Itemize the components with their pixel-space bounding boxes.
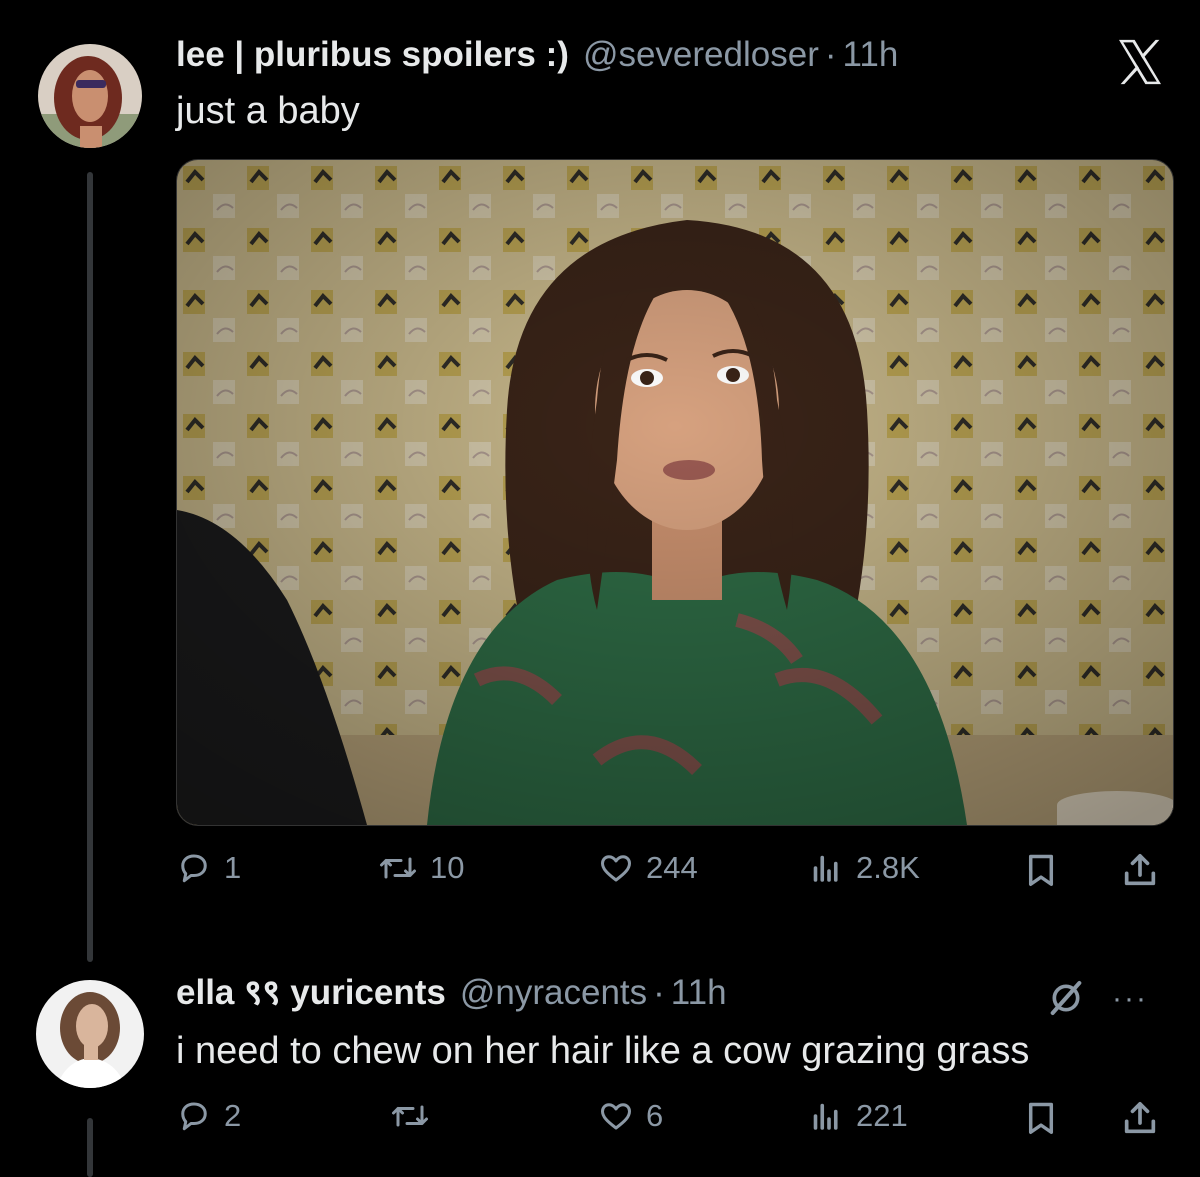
- tweet-actions: 2 6 221: [176, 1098, 1170, 1148]
- reply-count: 2: [224, 1098, 242, 1133]
- views-icon: [813, 855, 838, 882]
- repost-icon: [380, 857, 416, 879]
- repost-button[interactable]: [390, 1098, 442, 1134]
- bookmark-button[interactable]: [1022, 850, 1060, 890]
- avatar[interactable]: [36, 980, 144, 1088]
- separator-dot: ·: [653, 973, 665, 1012]
- repost-count: 10: [430, 850, 465, 885]
- reply-icon: [181, 1102, 207, 1131]
- repost-icon: [392, 1105, 428, 1127]
- tweet-actions: 1 10 244 2.8K: [176, 850, 1170, 900]
- avatar[interactable]: [38, 44, 142, 148]
- share-button[interactable]: [1120, 1098, 1160, 1138]
- bookmark-icon: [1028, 1102, 1054, 1134]
- tweet-text: just a baby: [176, 90, 360, 132]
- tweet-header: lee | pluribus spoilers :) @severedloser…: [176, 34, 898, 76]
- bookmark-button[interactable]: [1022, 1098, 1060, 1138]
- tweet-header: ella ९९ yuricents @nyracents · 11h: [176, 972, 727, 1014]
- display-name[interactable]: ella ९९ yuricents: [176, 972, 446, 1014]
- photo-woman-at-panel: [177, 160, 1173, 825]
- reply-button[interactable]: 2: [176, 1098, 241, 1134]
- views-icon: [813, 1103, 838, 1130]
- views-count: 221: [856, 1098, 908, 1133]
- separator-dot: ·: [824, 35, 837, 74]
- share-button[interactable]: [1120, 850, 1160, 890]
- heart-icon: [601, 1103, 631, 1130]
- tweet-photo[interactable]: [176, 159, 1174, 826]
- handle[interactable]: @severedloser: [583, 34, 819, 76]
- bookmark-icon: [1028, 854, 1054, 886]
- reply-button[interactable]: 1: [176, 850, 241, 886]
- like-button[interactable]: 6: [598, 1098, 663, 1134]
- timestamp[interactable]: 11h: [843, 34, 899, 76]
- timestamp[interactable]: 11h: [671, 972, 727, 1014]
- share-icon: [1124, 1102, 1156, 1134]
- views-count: 2.8K: [856, 850, 920, 885]
- reply-icon: [181, 854, 207, 883]
- more-options-button[interactable]: ···: [1112, 982, 1148, 1016]
- reply-count: 1: [224, 850, 242, 885]
- display-name[interactable]: lee | pluribus spoilers :): [176, 34, 569, 76]
- thread-line: [87, 172, 93, 962]
- views-button[interactable]: 221: [808, 1098, 908, 1134]
- like-button[interactable]: 244: [598, 850, 698, 886]
- like-count: 244: [646, 850, 698, 885]
- thread-line: [87, 1118, 93, 1177]
- share-icon: [1124, 854, 1156, 886]
- like-count: 6: [646, 1098, 664, 1133]
- handle[interactable]: @nyracents: [460, 972, 647, 1014]
- grok-icon[interactable]: [1046, 978, 1086, 1018]
- repost-button[interactable]: 10: [378, 850, 464, 886]
- views-button[interactable]: 2.8K: [808, 850, 920, 886]
- heart-icon: [601, 855, 631, 882]
- tweet-text: i need to chew on her hair like a cow gr…: [176, 1030, 1030, 1072]
- x-logo-icon: [1119, 39, 1161, 85]
